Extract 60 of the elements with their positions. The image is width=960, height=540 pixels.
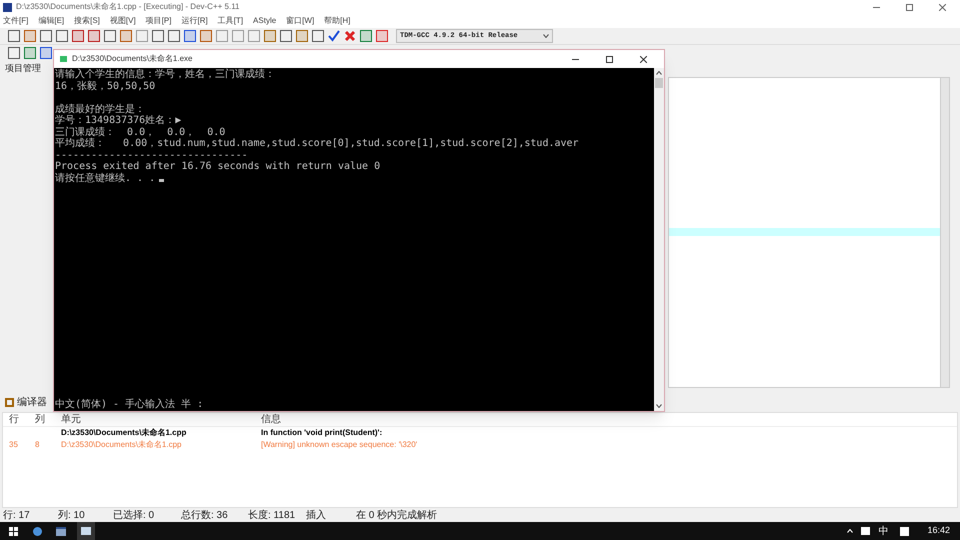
check-icon[interactable] bbox=[328, 30, 340, 42]
column-header[interactable]: 单元 bbox=[55, 412, 255, 427]
column-header[interactable]: 行 bbox=[3, 412, 29, 427]
console-line: 学号：1349837376姓名：▶ bbox=[55, 115, 182, 126]
console-line: Process exited after 16.76 seconds with return value 0 bbox=[55, 161, 380, 172]
clock[interactable]: 16:42 bbox=[927, 524, 950, 538]
menu-item[interactable]: 窗口[W] bbox=[286, 15, 314, 27]
globe-icon[interactable] bbox=[33, 526, 42, 536]
status-item: 长度: 1181 bbox=[248, 508, 296, 522]
minimize-icon[interactable] bbox=[873, 6, 880, 8]
console-line: 成绩最好的学生是： bbox=[55, 104, 145, 115]
maximize-icon[interactable] bbox=[906, 4, 913, 10]
window-title: D:\z3530\Documents\未命名1.cpp - [Executing] - Dev-C++ 5.11 bbox=[16, 1, 240, 13]
console-line: 三门课成绩： 0.0， 0.0， 0.0 bbox=[55, 126, 226, 138]
table-cell: [Warning] unknown escape sequence: '\320' bbox=[261, 440, 418, 450]
panel-tab[interactable]: 编译器 bbox=[17, 394, 47, 410]
scrollbar[interactable] bbox=[940, 78, 949, 387]
menu-item[interactable]: 项目[P] bbox=[146, 15, 172, 27]
chevron-down-icon[interactable] bbox=[656, 404, 662, 408]
table-cell: 35 bbox=[9, 440, 18, 450]
table-cell: 8 bbox=[35, 440, 40, 450]
chevron-down-icon[interactable] bbox=[543, 34, 549, 38]
menu-item[interactable]: 编辑[E] bbox=[38, 15, 64, 27]
app-icon bbox=[3, 2, 12, 12]
maximize-icon[interactable] bbox=[606, 56, 613, 62]
chevron-up-icon[interactable] bbox=[656, 71, 662, 75]
console-line: 平均成绩： 0.00，stud.num,stud.name,stud.score[0],stud.score[1],stud.score[2],stud.aver bbox=[55, 138, 579, 150]
console-line: 请按任意键继续. . . bbox=[55, 172, 156, 184]
status-item: 列: 10 bbox=[58, 508, 86, 522]
status-item: 已选择: 0 bbox=[113, 508, 156, 522]
table-cell: In function 'void print(Student)': bbox=[261, 428, 382, 438]
menu-item[interactable]: 文件[F] bbox=[3, 15, 28, 27]
close-icon[interactable] bbox=[640, 56, 647, 62]
ime-status: 中文(简体) - 手心输入法 半 : bbox=[55, 398, 204, 410]
ime-indicator[interactable]: 中 bbox=[878, 524, 888, 538]
status-item: 在 0 秒内完成解析 bbox=[356, 508, 438, 522]
close-icon[interactable] bbox=[939, 4, 946, 10]
console-line: 请输入个学生的信息：学号，姓名，三门课成绩： bbox=[55, 69, 275, 80]
table-cell: D:\z3530\Documents\未命名1.cpp bbox=[61, 440, 182, 450]
panel-tab[interactable]: 项目管理 bbox=[0, 61, 46, 75]
text-cursor bbox=[159, 179, 164, 182]
console-line: -------------------------------- bbox=[55, 150, 248, 161]
console-scrollbar[interactable] bbox=[654, 68, 664, 411]
menu-item[interactable]: 搜索[S] bbox=[74, 15, 100, 27]
status-item: 总行数: 36 bbox=[181, 508, 229, 522]
console-icon[interactable] bbox=[77, 522, 95, 540]
table-cell: D:\z3530\Documents\未命名1.cpp bbox=[61, 428, 186, 438]
column-header[interactable]: 信息 bbox=[255, 412, 287, 427]
menu-item[interactable]: 工具[T] bbox=[218, 15, 244, 27]
menu-item[interactable]: 帮助[H] bbox=[324, 15, 350, 27]
menu-item[interactable]: 视图[V] bbox=[110, 15, 136, 27]
status-item: 插入 bbox=[306, 508, 327, 522]
column-header[interactable]: 列 bbox=[29, 412, 55, 427]
console-title: D:\z3530\Documents\未命名1.exe bbox=[72, 53, 192, 65]
menu-item[interactable]: AStyle bbox=[253, 15, 276, 27]
menu-item[interactable]: 运行[R] bbox=[181, 15, 208, 27]
status-item: 行: 17 bbox=[3, 508, 31, 522]
console-line: 16，张毅，50,50,50 bbox=[55, 80, 156, 92]
minimize-icon[interactable] bbox=[572, 58, 579, 60]
scroll-thumb[interactable] bbox=[655, 78, 663, 88]
